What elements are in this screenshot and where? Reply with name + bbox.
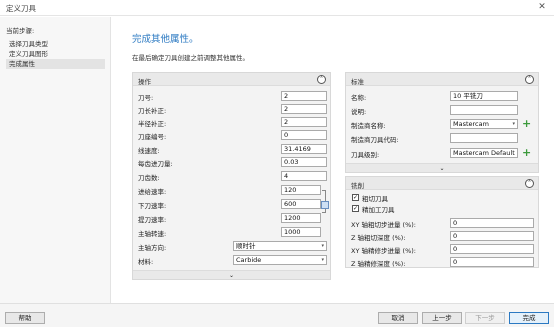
next-button[interactable]: 下一步	[465, 312, 505, 324]
xy-rough-step-label: XY 轴粗切步进量 (%):	[351, 221, 416, 229]
chevron-down-icon: ▾	[512, 121, 515, 127]
standard-expand-bar[interactable]: ⌄	[346, 163, 538, 172]
xy-finish-step-label: XY 轴精修步进量 (%):	[351, 247, 416, 255]
spindle-direction-select[interactable]: 顺时针 ▾	[233, 241, 327, 251]
spindle-direction-label: 主轴方向:	[138, 244, 167, 252]
spindle-direction-value: 顺时针	[236, 242, 256, 250]
collapse-up-icon[interactable]: ⌃	[525, 75, 534, 84]
material-value: Carbide	[236, 256, 262, 264]
tool-name-label: 名称:	[351, 94, 367, 102]
spindle-speed-input[interactable]: 1000	[281, 227, 321, 237]
link-rates-icon[interactable]	[321, 201, 329, 209]
manufacturer-value: Mastercam	[453, 120, 489, 128]
page-title: 完成其他属性。	[132, 34, 199, 45]
flute-count-input[interactable]: 4	[281, 171, 327, 181]
collapse-up-icon[interactable]: ⌃	[525, 179, 534, 188]
operation-group: 操作 ⌃ 刀号: 2 刀长补正: 2 半径补正: 2 刀座编号: 0 线速度: …	[132, 72, 331, 280]
operation-group-header: 操作 ⌃	[133, 73, 330, 86]
window-title: 定义刀具	[6, 4, 36, 13]
feed-rate-input[interactable]: 120	[281, 185, 321, 195]
help-button[interactable]: 帮助	[5, 312, 45, 324]
main-content: 完成其他属性。 在最后确定刀具创建之前调整其他属性。 操作 ⌃ 刀号: 2 刀长…	[112, 17, 554, 303]
milling-group-title: 铣削	[351, 182, 364, 190]
finish-tool-label: 精加工刀具	[362, 206, 395, 214]
material-select[interactable]: Carbide ▾	[233, 255, 327, 265]
manufacturer-code-label: 制造商刀具代码:	[351, 136, 399, 144]
radius-offset-label: 半径补正:	[138, 120, 167, 128]
flute-count-label: 刀齿数:	[138, 174, 160, 182]
cancel-button[interactable]: 取消	[378, 312, 418, 324]
xy-rough-step-input[interactable]: 0	[450, 218, 534, 228]
retract-rate-input[interactable]: 1200	[281, 213, 321, 223]
page-subtitle: 在最后确定刀具创建之前调整其他属性。	[132, 54, 249, 62]
chevron-down-icon: ▾	[321, 257, 324, 263]
title-bar: 定义刀具 ✕	[0, 0, 554, 16]
tool-level-label: 刀具级别:	[351, 151, 380, 159]
tool-level-value: Mastercam Default	[453, 149, 515, 157]
step-select-tool-type[interactable]: 选择刀具类型	[6, 39, 105, 49]
add-manufacturer-icon[interactable]: +	[522, 118, 531, 129]
plunge-rate-input[interactable]: 600	[281, 199, 321, 209]
step-finish-properties[interactable]: 完成属性	[6, 59, 105, 69]
finish-tool-checkbox[interactable]: ✓	[352, 205, 359, 212]
add-tool-level-icon[interactable]: +	[522, 147, 531, 158]
standard-group: 标准 ⌃ 名称: 10 平铣刀 说明: 制造商名称: Mastercam ▾ +…	[345, 72, 539, 173]
close-icon[interactable]: ✕	[536, 1, 548, 13]
tool-number-input[interactable]: 2	[281, 91, 327, 101]
operation-group-title: 操作	[138, 78, 151, 86]
finish-tool-checkbox-row[interactable]: ✓ 精加工刀具	[352, 204, 442, 214]
standard-group-title: 标准	[351, 78, 364, 86]
length-offset-input[interactable]: 2	[281, 104, 327, 114]
chevron-down-icon: ▾	[321, 243, 324, 249]
rough-tool-checkbox[interactable]: ✓	[352, 194, 359, 201]
steps-panel: 当前步骤: 选择刀具类型 定义刀具图形 完成属性	[0, 17, 111, 303]
retract-rate-label: 提刀速率:	[138, 216, 167, 224]
feed-per-tooth-input[interactable]: 0.03	[281, 157, 327, 167]
plunge-rate-label: 下刀速率:	[138, 202, 167, 210]
description-label: 说明:	[351, 108, 367, 116]
tool-level-select[interactable]: Mastercam Default	[450, 148, 518, 158]
bottom-bar: 帮助 取消 上一步 下一步 完成	[0, 303, 554, 327]
rough-tool-label: 粗切刀具	[362, 195, 388, 203]
description-input[interactable]	[450, 105, 518, 115]
chevron-down-icon: ⌄	[228, 272, 235, 279]
z-rough-depth-input[interactable]: 0	[450, 231, 534, 241]
surface-speed-label: 线速度:	[138, 147, 160, 155]
holder-number-label: 刀座编号:	[138, 133, 167, 141]
feed-per-tooth-label: 每齿进刀量:	[138, 160, 173, 168]
z-finish-depth-label: Z 轴精修深度 (%):	[351, 260, 406, 268]
manufacturer-select[interactable]: Mastercam ▾	[450, 119, 518, 129]
rough-tool-checkbox-row[interactable]: ✓ 粗切刀具	[352, 193, 442, 203]
finish-button[interactable]: 完成	[509, 312, 549, 324]
spindle-speed-label: 主轴转速:	[138, 230, 167, 238]
z-rough-depth-label: Z 轴粗切深度 (%):	[351, 234, 406, 242]
collapse-up-icon[interactable]: ⌃	[317, 75, 326, 84]
length-offset-label: 刀长补正:	[138, 107, 167, 115]
step-define-tool-geometry[interactable]: 定义刀具图形	[6, 49, 105, 59]
feed-rate-label: 进给速率:	[138, 188, 167, 196]
operation-expand-bar[interactable]: ⌄	[133, 270, 330, 279]
back-button[interactable]: 上一步	[422, 312, 462, 324]
milling-group-header: 铣削 ⌃	[346, 177, 538, 190]
holder-number-input[interactable]: 0	[281, 130, 327, 140]
tool-name-input[interactable]: 10 平铣刀	[450, 91, 518, 101]
manufacturer-code-input[interactable]	[450, 133, 518, 143]
chevron-down-icon: ⌄	[439, 165, 445, 172]
steps-title: 当前步骤:	[6, 27, 35, 35]
standard-group-header: 标准 ⌃	[346, 73, 538, 86]
manufacturer-label: 制造商名称:	[351, 122, 386, 130]
surface-speed-input[interactable]: 31.4169	[281, 144, 327, 154]
radius-offset-input[interactable]: 2	[281, 117, 327, 127]
milling-group: 铣削 ⌃ ✓ 粗切刀具 ✓ 精加工刀具 XY 轴粗切步进量 (%): 0 Z 轴…	[345, 176, 539, 268]
material-label: 材料:	[138, 258, 154, 266]
z-finish-depth-input[interactable]: 0	[450, 257, 534, 267]
xy-finish-step-input[interactable]: 0	[450, 244, 534, 254]
tool-number-label: 刀号:	[138, 94, 154, 102]
